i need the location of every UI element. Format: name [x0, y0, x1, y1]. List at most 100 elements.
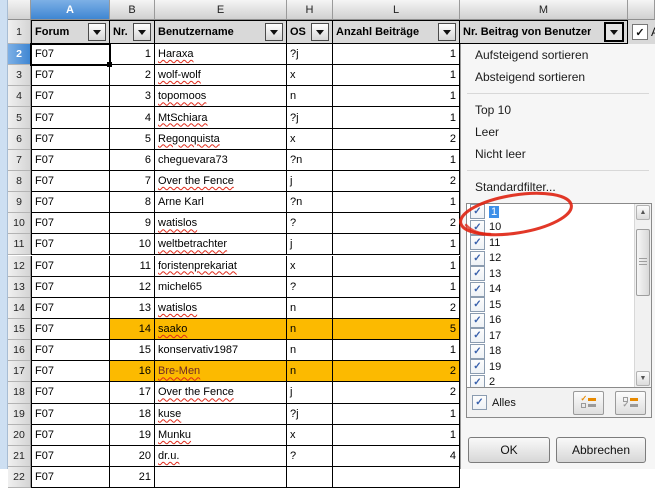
cell[interactable]: ? [287, 446, 333, 467]
cell[interactable]: 18 [110, 404, 155, 425]
n1-checkbox[interactable]: ✓ [632, 24, 648, 40]
field-header-anzahl-beitr-ge[interactable]: Anzahl Beiträge [333, 20, 460, 44]
autofilter-dropdown-button[interactable] [604, 22, 624, 42]
filter-value-row[interactable]: ✓16 [467, 313, 634, 329]
cell[interactable]: 1 [333, 425, 460, 446]
cell[interactable]: j [287, 234, 333, 255]
value-checkbox[interactable]: ✓ [470, 297, 485, 312]
cell[interactable]: 1 [333, 192, 460, 213]
value-checkbox[interactable]: ✓ [470, 282, 485, 297]
autofilter-dropdown-button[interactable] [311, 23, 329, 41]
cell[interactable]: 2 [333, 298, 460, 319]
cell[interactable]: 1 [333, 234, 460, 255]
cell[interactable]: F07 [31, 277, 110, 298]
cell[interactable]: F07 [31, 150, 110, 171]
cell[interactable]: F07 [31, 171, 110, 192]
cell[interactable]: MtSchiara [155, 107, 287, 128]
cell[interactable]: F07 [31, 425, 110, 446]
cell[interactable]: 2 [333, 382, 460, 403]
cell[interactable]: F07 [31, 65, 110, 86]
row-header-15[interactable]: 15 [8, 319, 31, 340]
cell[interactable]: watislos [155, 213, 287, 234]
cell[interactable]: 1 [333, 256, 460, 277]
value-checkbox[interactable]: ✓ [470, 313, 485, 328]
filter-value-row[interactable]: ✓13 [467, 266, 634, 282]
cell[interactable]: F07 [31, 467, 110, 488]
cell[interactable]: n [287, 340, 333, 361]
cell[interactable]: Over the Fence [155, 382, 287, 403]
row-header-7[interactable]: 7 [8, 150, 31, 171]
filter-value-row[interactable]: ✓2 [467, 375, 634, 388]
cell-n1[interactable]: ✓ A [628, 20, 655, 44]
cell[interactable]: F07 [31, 404, 110, 425]
cell[interactable]: dr.u. [155, 446, 287, 467]
filter-value-row[interactable]: ✓12 [467, 251, 634, 267]
cell[interactable] [155, 467, 287, 488]
cell[interactable]: ?n [287, 150, 333, 171]
row-header-19[interactable]: 19 [8, 404, 31, 425]
row-header-18[interactable]: 18 [8, 382, 31, 403]
menu-item-nicht-leer[interactable]: Nicht leer [461, 143, 655, 165]
scroll-up-button[interactable]: ▲ [636, 205, 650, 220]
cell[interactable]: 1 [333, 150, 460, 171]
cell[interactable]: Haraxa [155, 44, 287, 65]
cell[interactable]: wolf-wolf [155, 65, 287, 86]
filter-value-row[interactable]: ✓10 [467, 220, 634, 236]
cell[interactable]: F07 [31, 361, 110, 382]
column-header-h[interactable]: H [287, 0, 333, 20]
cell[interactable]: konservativ1987 [155, 340, 287, 361]
cell[interactable]: j [287, 171, 333, 192]
cell[interactable]: topomoos [155, 86, 287, 107]
cancel-button[interactable]: Abbrechen [556, 437, 646, 463]
cell[interactable]: Munku [155, 425, 287, 446]
cell[interactable]: 1 [110, 44, 155, 65]
cell[interactable]: ? [287, 277, 333, 298]
cell[interactable] [287, 467, 333, 488]
cell[interactable]: 4 [333, 446, 460, 467]
cell[interactable]: 1 [333, 86, 460, 107]
cell[interactable]: F07 [31, 319, 110, 340]
cell[interactable]: ?j [287, 107, 333, 128]
row-header-1[interactable]: 1 [8, 20, 31, 44]
cell[interactable]: 19 [110, 425, 155, 446]
cell[interactable]: Over the Fence [155, 171, 287, 192]
cell[interactable]: 1 [333, 44, 460, 65]
cell[interactable]: foristenprekariat [155, 256, 287, 277]
row-header-20[interactable]: 20 [8, 425, 31, 446]
cell[interactable]: 8 [110, 192, 155, 213]
menu-item-top-10[interactable]: Top 10 [461, 99, 655, 121]
cell[interactable]: j [287, 382, 333, 403]
cell[interactable]: ?n [287, 192, 333, 213]
cell[interactable]: ?j [287, 44, 333, 65]
cell[interactable]: Bre-Men [155, 361, 287, 382]
row-header-14[interactable]: 14 [8, 298, 31, 319]
show-only-current-button[interactable]: ✓ [573, 391, 604, 415]
cell[interactable]: michel65 [155, 277, 287, 298]
scrollbar-thumb[interactable] [636, 229, 650, 296]
column-header-e[interactable]: E [155, 0, 287, 20]
hide-current-button[interactable]: ✓ [615, 391, 646, 415]
cell[interactable]: 2 [333, 129, 460, 150]
cell[interactable]: 1 [333, 107, 460, 128]
filter-value-row[interactable]: ✓11 [467, 235, 634, 251]
cell[interactable]: F07 [31, 44, 110, 65]
value-checkbox[interactable]: ✓ [470, 251, 485, 266]
cell[interactable]: 1 [333, 404, 460, 425]
filter-value-row[interactable]: ✓18 [467, 344, 634, 360]
cell[interactable]: watislos [155, 298, 287, 319]
cell[interactable]: 3 [110, 86, 155, 107]
cell[interactable]: F07 [31, 446, 110, 467]
value-checkbox[interactable]: ✓ [470, 375, 485, 387]
row-header-5[interactable]: 5 [8, 107, 31, 128]
menu-item-standardfilter-[interactable]: Standardfilter... [461, 176, 655, 198]
cell[interactable]: 5 [110, 129, 155, 150]
value-checkbox[interactable]: ✓ [470, 204, 485, 219]
row-header-8[interactable]: 8 [8, 171, 31, 192]
cell[interactable]: 2 [333, 213, 460, 234]
column-header-l[interactable]: L [333, 0, 460, 20]
cell[interactable]: x [287, 425, 333, 446]
alles-checkbox[interactable]: ✓ [472, 395, 487, 410]
cell[interactable]: Regonquista [155, 129, 287, 150]
cell[interactable]: F07 [31, 234, 110, 255]
field-header-nr-beitrag-von-benutzer[interactable]: Nr. Beitrag von Benutzer [460, 20, 628, 44]
